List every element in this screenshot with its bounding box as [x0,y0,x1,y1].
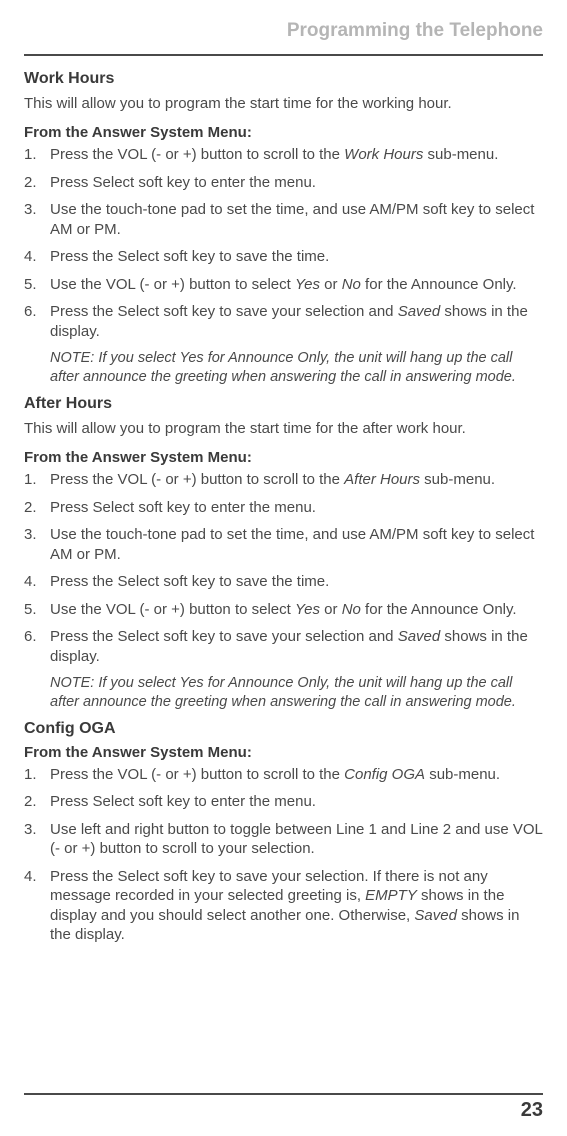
page-header-title: Programming the Telephone [24,20,543,42]
text-italic: Config OGA [344,766,425,783]
page-footer: 23 [24,1093,543,1122]
after-hours-intro: This will allow you to program the start… [24,419,543,439]
text-italic: No [342,601,361,618]
text: sub-menu. [420,471,495,488]
list-item: Press the Select soft key to save your s… [24,867,543,945]
list-item: Press Select soft key to enter the menu. [24,792,543,812]
list-item: Use the touch-tone pad to set the time, … [24,525,543,564]
list-item: Press the VOL (- or +) button to scroll … [24,145,543,165]
work-hours-intro: This will allow you to program the start… [24,94,543,114]
text: Use the VOL (- or +) button to select [50,276,295,293]
text-italic: EMPTY [365,887,417,904]
text: Press the Select soft key to save your s… [50,303,398,320]
work-hours-heading: Work Hours [24,70,543,88]
list-item: Press the Select soft key to save the ti… [24,572,543,592]
footer-divider [24,1093,543,1095]
text: Press the VOL (- or +) button to scroll … [50,471,344,488]
text: for the Announce Only. [361,276,517,293]
text-italic: Saved [398,628,441,645]
list-item: Press the Select soft key to save your s… [24,627,543,666]
list-item: Press Select soft key to enter the menu. [24,173,543,193]
config-oga-steps: Press the VOL (- or +) button to scroll … [24,765,543,945]
work-hours-steps: Press the VOL (- or +) button to scroll … [24,145,543,341]
work-hours-note: NOTE: If you select Yes for Announce Onl… [24,349,543,387]
text: sub-menu. [423,146,498,163]
text: Press the VOL (- or +) button to scroll … [50,766,344,783]
text-italic: Saved [414,907,457,924]
header-divider [24,54,543,56]
list-item: Press the Select soft key to save the ti… [24,247,543,267]
list-item: Use left and right button to toggle betw… [24,820,543,859]
text: for the Announce Only. [361,601,517,618]
text-italic: Saved [398,303,441,320]
list-item: Use the VOL (- or +) button to select Ye… [24,600,543,620]
after-hours-subheading: From the Answer System Menu: [24,449,543,466]
text-italic: After Hours [344,471,420,488]
text-italic: No [342,276,361,293]
list-item: Press the VOL (- or +) button to scroll … [24,765,543,785]
config-oga-heading: Config OGA [24,720,543,738]
after-hours-heading: After Hours [24,395,543,413]
list-item: Press Select soft key to enter the menu. [24,498,543,518]
list-item: Use the VOL (- or +) button to select Ye… [24,275,543,295]
list-item: Use the touch-tone pad to set the time, … [24,200,543,239]
work-hours-subheading: From the Answer System Menu: [24,124,543,141]
text-italic: Yes [295,601,320,618]
text: or [320,601,342,618]
text: Use the VOL (- or +) button to select [50,601,295,618]
text-italic: Yes [295,276,320,293]
config-oga-subheading: From the Answer System Menu: [24,744,543,761]
text: Press the VOL (- or +) button to scroll … [50,146,344,163]
after-hours-steps: Press the VOL (- or +) button to scroll … [24,470,543,666]
text: Press the Select soft key to save your s… [50,628,398,645]
after-hours-note: NOTE: If you select Yes for Announce Onl… [24,674,543,712]
text: or [320,276,342,293]
page-number: 23 [24,1099,543,1122]
list-item: Press the Select soft key to save your s… [24,302,543,341]
text-italic: Work Hours [344,146,423,163]
list-item: Press the VOL (- or +) button to scroll … [24,470,543,490]
text: sub-menu. [425,766,500,783]
